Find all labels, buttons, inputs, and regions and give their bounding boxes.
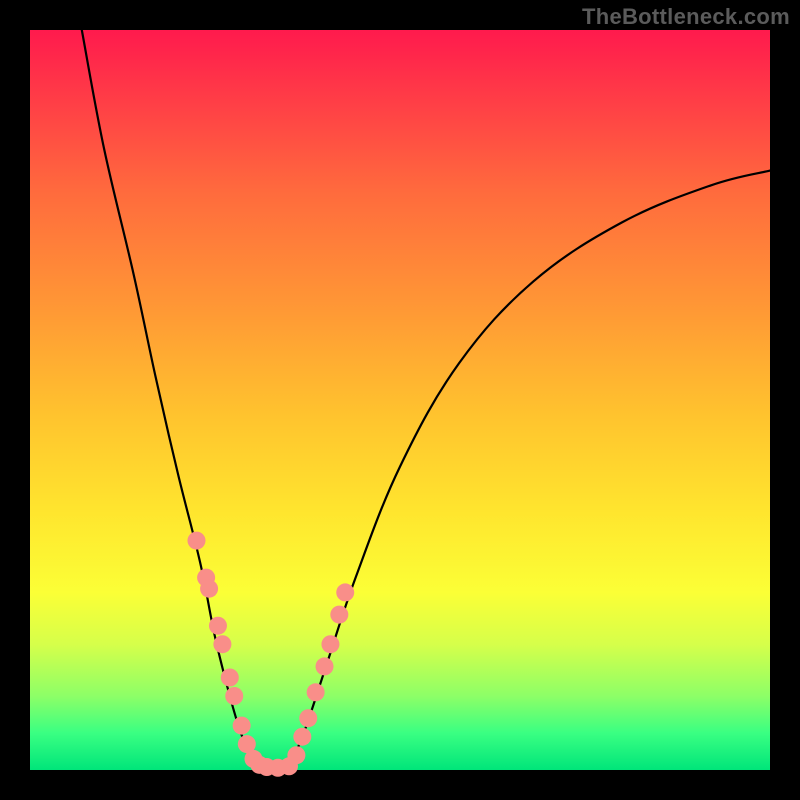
- marker-dot: [293, 728, 311, 746]
- marker-dot: [330, 606, 348, 624]
- marker-dot: [287, 746, 305, 764]
- curve-svg: [30, 30, 770, 770]
- marker-dot: [321, 635, 339, 653]
- marker-dot: [213, 635, 231, 653]
- marker-dot: [233, 717, 251, 735]
- watermark-text: TheBottleneck.com: [582, 4, 790, 30]
- marker-dot: [209, 617, 227, 635]
- marker-dot: [336, 583, 354, 601]
- marker-dot: [221, 669, 239, 687]
- marker-dot: [299, 709, 317, 727]
- outer-frame: TheBottleneck.com: [0, 0, 800, 800]
- marker-dot: [188, 532, 206, 550]
- marker-dot: [307, 683, 325, 701]
- plot-area: [30, 30, 770, 770]
- curve-line: [82, 30, 770, 769]
- marker-dot: [225, 687, 243, 705]
- marker-dot: [200, 580, 218, 598]
- marker-dot: [316, 657, 334, 675]
